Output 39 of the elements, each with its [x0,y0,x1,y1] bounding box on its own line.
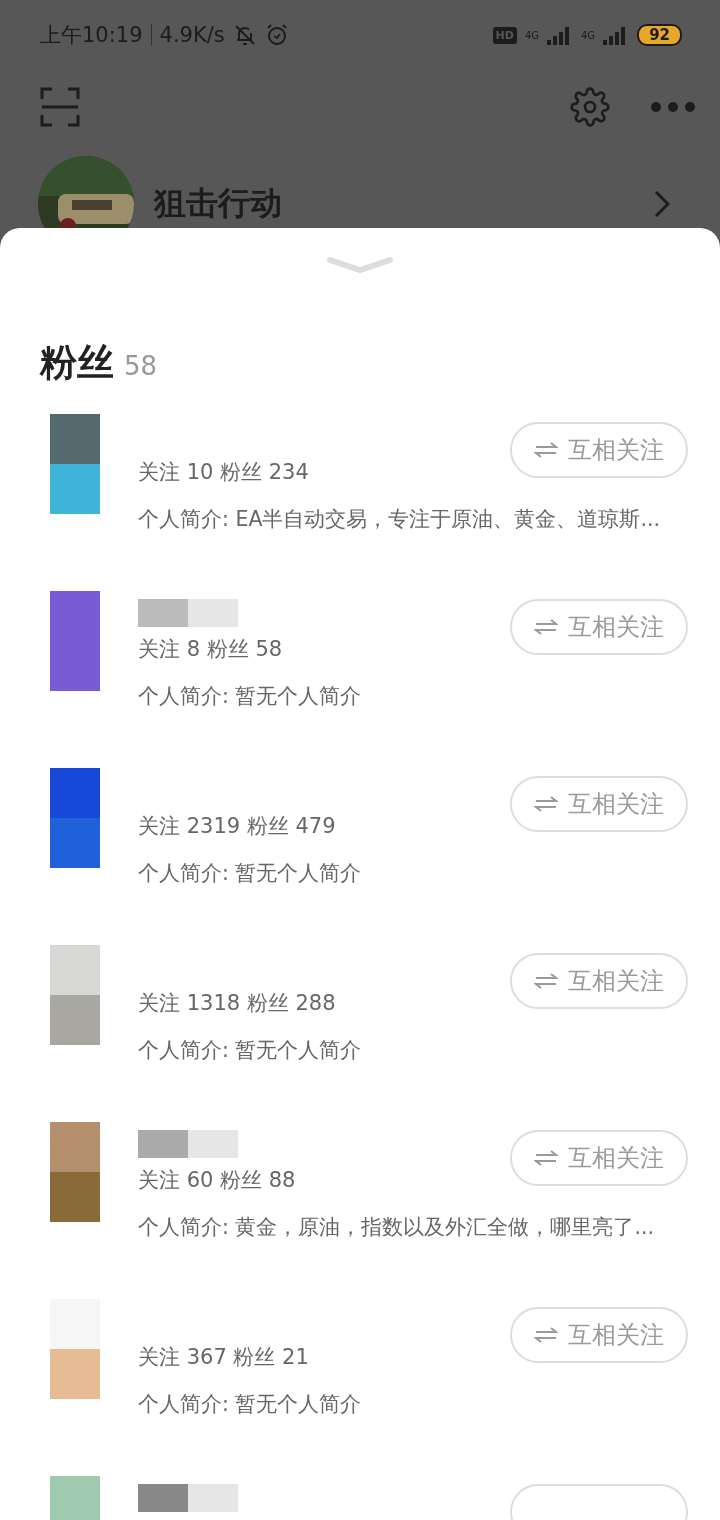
follow-stats: 关注 8 粉丝 58 [137,636,283,663]
bio-text: 个人简介: 暂无个人简介 [138,860,362,887]
mutual-follow-button[interactable]: 互相关注 [510,422,688,478]
swap-arrows-icon [534,441,558,459]
network-speed: 4.9K/s [159,23,225,47]
swap-arrows-icon [534,1149,558,1167]
follow-stats: 关注 60 粉丝 88 [137,1167,296,1194]
scan-icon[interactable] [40,87,80,127]
mutual-follow-button[interactable]: 互相关注 [510,599,688,655]
bio-text: 个人简介: 暂无个人简介 [138,683,362,710]
follow-stats: 关注 2319 粉丝 479 [137,813,336,840]
swap-arrows-icon [534,1326,558,1344]
follow-stats: 关注 10 粉丝 234 [137,459,309,486]
bio-text: 个人简介: EA半自动交易，专注于原油、黄金、道琼斯... [138,506,660,533]
profile-name: 狙击行动 [154,183,283,224]
swap-arrows-icon [534,972,558,990]
network-type: 4G [524,29,539,41]
swap-arrows-icon [534,795,558,813]
mutual-follow-button[interactable]: 互相关注 [510,1130,688,1186]
mutual-follow-button[interactable]: 互相关注 [510,1307,688,1363]
mutual-follow-button[interactable]: 互相关注 [510,776,688,832]
settings-icon[interactable] [570,87,610,127]
swap-arrows-icon [534,618,558,636]
bell-off-icon [232,23,257,47]
mutual-follow-button[interactable]: 互相关注 [510,953,688,1009]
bio-text: 个人简介: 黄金，原油，指数以及外汇全做，哪里亮了... [138,1214,654,1241]
hd-badge: HD [492,26,517,44]
bio-text: 个人简介: 暂无个人简介 [138,1037,362,1064]
status-time: 上午10:19 [40,22,143,49]
follower-count: 58 [124,351,158,381]
more-icon[interactable] [650,101,696,113]
chevron-right-icon[interactable] [654,190,670,218]
sheet-title: 粉丝 [40,340,114,386]
collapse-handle-icon[interactable] [326,256,394,274]
follow-stats: 关注 1318 粉丝 288 [137,990,336,1017]
battery-level: 92 [637,24,682,46]
bio-text: 个人简介: 暂无个人简介 [138,1391,362,1418]
network-type: 4G [581,29,596,41]
follow-stats: 关注 367 粉丝 21 [137,1344,309,1371]
